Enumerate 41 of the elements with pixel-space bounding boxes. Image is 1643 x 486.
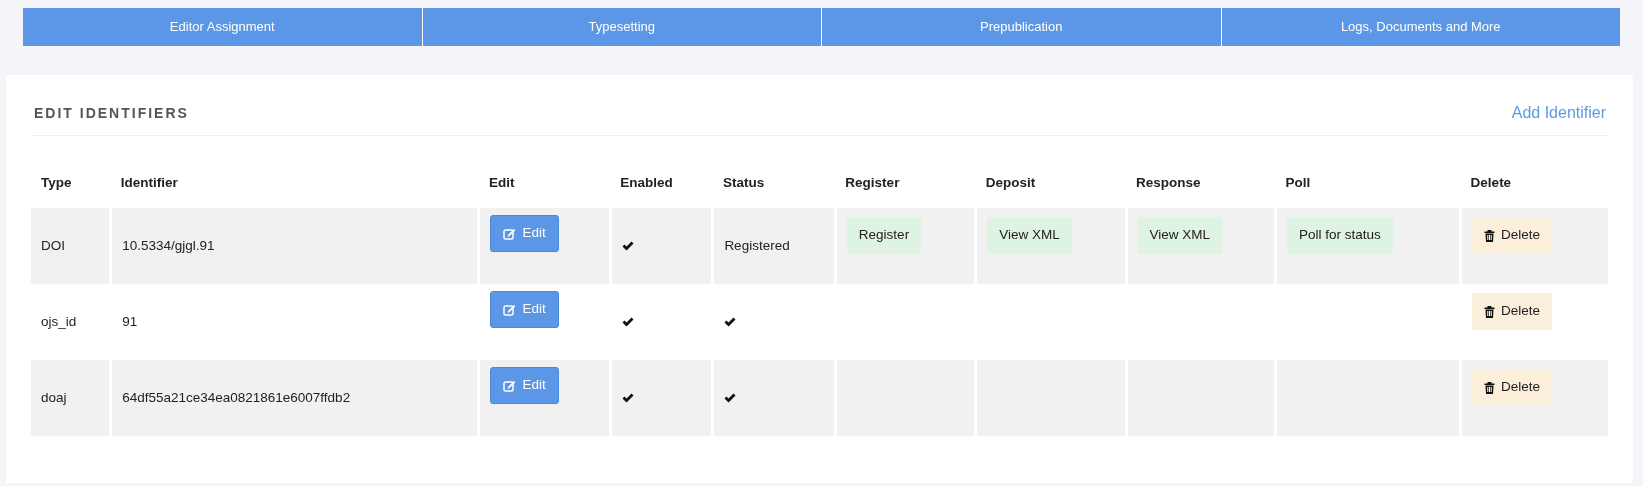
trash-icon	[1484, 381, 1496, 394]
tab[interactable]: Logs, Documents and More	[1220, 8, 1620, 46]
column-header: Type	[41, 174, 72, 190]
section-title: EDIT IDENTIFIERS	[33, 103, 189, 123]
add-identifier-link[interactable]: Add Identifier	[1511, 101, 1608, 125]
column-header: Status	[722, 174, 765, 190]
register-button[interactable]: Register	[846, 217, 922, 254]
edit-button[interactable]: Edit	[490, 367, 559, 404]
edit-icon	[503, 379, 517, 392]
column-header: Edit	[488, 174, 515, 190]
view-xml-button[interactable]: View XML	[1137, 217, 1223, 254]
poll-button[interactable]: Poll for status	[1286, 217, 1393, 254]
check-icon	[724, 317, 737, 327]
edit-button[interactable]: Edit	[490, 291, 559, 328]
tab[interactable]: Prepublication	[821, 8, 1221, 46]
table-cell: 64df55a21ce34ea0821861e6007ffdb2	[122, 389, 351, 405]
edit-button[interactable]: Edit	[490, 215, 559, 252]
view-xml-button[interactable]: View XML	[987, 217, 1072, 254]
column-header: Enabled	[620, 174, 673, 190]
column-header: Deposit	[985, 174, 1036, 190]
column-header: Delete	[1470, 174, 1512, 190]
trash-icon	[1484, 229, 1496, 242]
delete-button[interactable]: Delete	[1472, 369, 1553, 406]
column-header: Register	[845, 174, 900, 190]
check-icon	[724, 393, 737, 403]
table-cell: DOI	[41, 237, 65, 253]
table-cell: 91	[122, 313, 138, 329]
trash-icon	[1484, 305, 1496, 318]
table-cell: Registered	[724, 237, 790, 253]
table-cell: 10.5334/gjgl.91	[122, 237, 215, 253]
edit-icon	[503, 303, 517, 316]
delete-button[interactable]: Delete	[1472, 293, 1553, 330]
column-header: Identifier	[120, 174, 178, 190]
column-header: Response	[1136, 174, 1201, 190]
table-cell: ojs_id	[41, 313, 77, 329]
table-cell: doaj	[41, 389, 67, 405]
tab[interactable]: Typesetting	[421, 8, 821, 46]
edit-icon	[503, 227, 517, 240]
column-header: Poll	[1285, 174, 1311, 190]
delete-button[interactable]: Delete	[1472, 217, 1553, 254]
tab[interactable]: Editor Assignment	[23, 8, 422, 46]
